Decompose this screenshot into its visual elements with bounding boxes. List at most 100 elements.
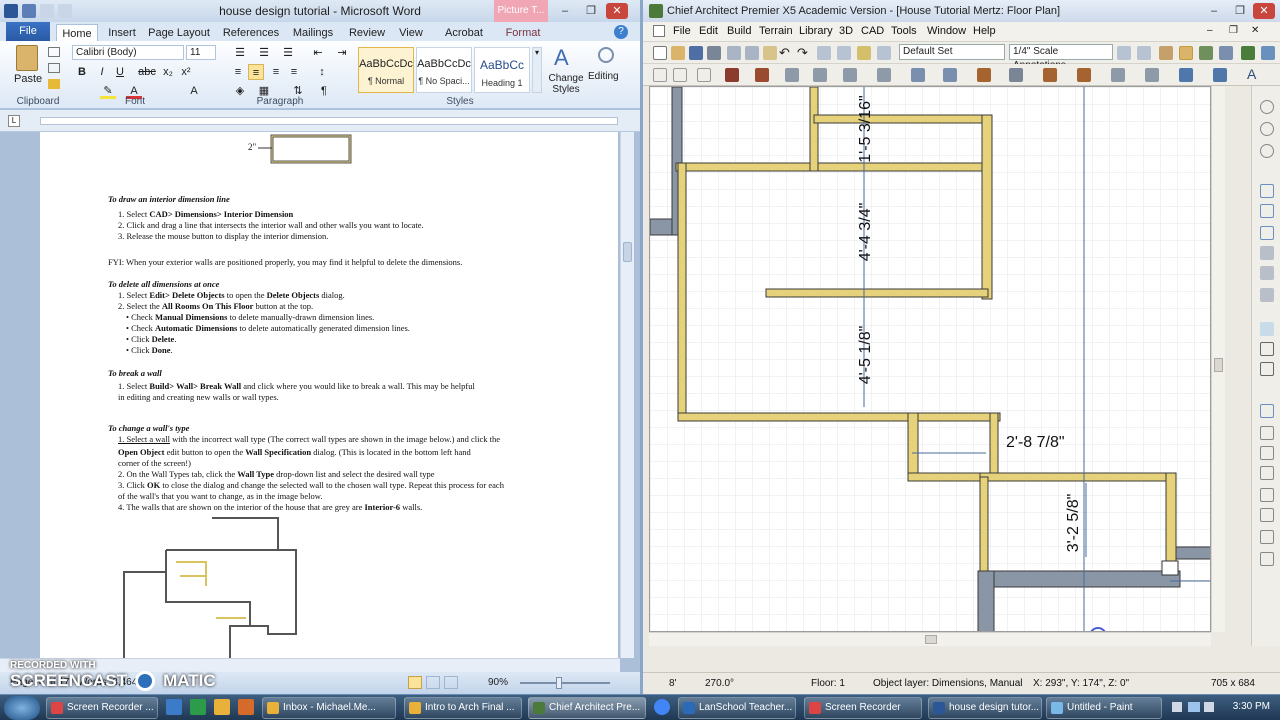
paste-icon[interactable] xyxy=(763,46,777,60)
numbering-icon[interactable]: ☰ xyxy=(256,45,272,61)
taskbar-item-intro-arch[interactable]: Intro to Arch Final ... xyxy=(404,697,522,719)
show-marks-icon[interactable]: ¶ xyxy=(316,83,332,99)
render-icon[interactable] xyxy=(1261,46,1275,60)
menu-tools[interactable]: Tools xyxy=(891,25,917,37)
taskbar-item-screen-recorder-2[interactable]: Screen Recorder xyxy=(804,697,922,719)
picture-tools-tab[interactable]: Picture T... xyxy=(494,0,548,22)
zoom-in-icon[interactable] xyxy=(1260,122,1274,136)
dimension-tool-icon[interactable] xyxy=(843,68,857,82)
fill-window-icon[interactable] xyxy=(1260,184,1274,198)
library-icon[interactable] xyxy=(857,46,871,60)
zoom-out-icon[interactable] xyxy=(1260,144,1274,158)
deck-tool-icon[interactable] xyxy=(1043,68,1057,82)
change-styles-button[interactable]: Change Styles xyxy=(546,73,586,95)
superscript-icon[interactable]: x² xyxy=(178,64,194,80)
menu-build[interactable]: Build xyxy=(727,25,751,37)
perspective-icon[interactable] xyxy=(1219,46,1233,60)
copy-icon[interactable] xyxy=(745,46,759,60)
close-icon[interactable]: ✕ xyxy=(606,3,628,19)
floor-plan-image[interactable] xyxy=(120,516,310,658)
style-no-spacing[interactable]: AaBbCcDc ¶ No Spaci... xyxy=(416,47,472,93)
tab-view[interactable]: View xyxy=(394,24,428,42)
align-right-icon[interactable]: ≡ xyxy=(268,64,284,80)
align-left-icon[interactable]: ≡ xyxy=(230,64,246,80)
floor-plan-canvas[interactable]: 1'-5 3/16" 4'-4 3/4" 4'-5 1/8" 2'-8 7/8"… xyxy=(649,86,1211,632)
roof-tool-icon[interactable] xyxy=(977,68,991,82)
menu-3d[interactable]: 3D xyxy=(839,25,853,37)
cabinet-icon[interactable] xyxy=(725,68,739,82)
multilevel-list-icon[interactable]: ☰ xyxy=(280,45,296,61)
scroll-thumb[interactable] xyxy=(925,635,937,644)
styles-more-icon[interactable]: ▾ xyxy=(532,47,542,93)
new-icon[interactable] xyxy=(653,46,667,60)
help-icon[interactable]: ? xyxy=(614,25,628,39)
close-icon[interactable]: ✕ xyxy=(1253,3,1275,19)
grow-font-icon[interactable]: A xyxy=(186,83,202,99)
cut-icon[interactable] xyxy=(727,46,741,60)
layer-icon[interactable] xyxy=(1260,552,1274,566)
annotation-set-select[interactable]: 1/4" Scale Annotations xyxy=(1009,44,1113,71)
open-icon[interactable] xyxy=(671,46,685,60)
paste-icon[interactable] xyxy=(16,45,38,71)
tab-mailings[interactable]: Mailings xyxy=(290,24,336,42)
taskbar-item-inbox[interactable]: Inbox - Michael.Me... xyxy=(262,697,396,719)
floor-plan-drawing[interactable]: 1'-5 3/16" 4'-4 3/4" 4'-5 1/8" 2'-8 7/8"… xyxy=(650,87,1211,632)
zoom-slider-thumb[interactable] xyxy=(556,677,562,689)
justify-icon[interactable]: ≡ xyxy=(286,64,302,80)
bold-icon[interactable]: B xyxy=(74,64,90,80)
volume-icon[interactable] xyxy=(1204,702,1214,712)
dimension-label-1[interactable]: 1'-5 3/16" xyxy=(857,95,874,162)
select-objects-icon[interactable] xyxy=(653,68,667,82)
ie-icon[interactable] xyxy=(166,699,182,715)
taskbar-item-chief-architect[interactable]: Chief Architect Pre... xyxy=(528,697,646,719)
taskbar-item-paint[interactable]: Untitled - Paint xyxy=(1046,697,1162,719)
menu-file[interactable]: File xyxy=(673,25,691,37)
ruler-bar[interactable] xyxy=(40,117,618,125)
up-floor-icon[interactable] xyxy=(1260,246,1274,260)
chrome-icon[interactable] xyxy=(654,699,670,715)
elevation-icon[interactable] xyxy=(1199,46,1213,60)
decrease-indent-icon[interactable]: ⇤ xyxy=(310,45,326,61)
camera-icon[interactable] xyxy=(1159,46,1173,60)
tab-format[interactable]: Format xyxy=(498,24,548,42)
window-tool-icon[interactable] xyxy=(877,68,891,82)
wall-tool-icon[interactable] xyxy=(755,68,769,82)
save-icon[interactable] xyxy=(22,4,36,18)
tab-insert[interactable]: Insert xyxy=(102,24,142,42)
align-center-icon[interactable]: ≡ xyxy=(248,64,264,80)
doc-restore-icon[interactable]: ❐ xyxy=(1229,25,1238,36)
minimize-icon[interactable]: ‒ xyxy=(1203,3,1225,19)
minimize-icon[interactable]: ‒ xyxy=(554,3,576,19)
spin-icon[interactable] xyxy=(697,68,711,82)
subscript-icon[interactable]: x₂ xyxy=(160,64,176,80)
tab-file[interactable]: File xyxy=(6,22,50,41)
tab-home[interactable]: Home xyxy=(56,24,98,42)
zoom-level[interactable]: 90% xyxy=(488,677,508,688)
door-tool-icon[interactable] xyxy=(813,68,827,82)
folder-icon[interactable] xyxy=(214,699,230,715)
doc-close-icon[interactable]: ✕ xyxy=(1251,25,1259,36)
stairs-tool-icon[interactable] xyxy=(911,68,925,82)
select-icon[interactable] xyxy=(817,46,831,60)
dimension-label-4[interactable]: 2'-8 7/8" xyxy=(1006,434,1065,451)
overview-icon[interactable] xyxy=(1241,46,1255,60)
underline-icon[interactable]: U xyxy=(112,64,128,80)
restore-icon[interactable]: ❐ xyxy=(1229,3,1251,19)
tab-page-layout[interactable]: Page Layout xyxy=(146,24,212,42)
font-name-select[interactable]: Calibri (Body) xyxy=(72,45,184,60)
fill-tool-icon[interactable] xyxy=(1077,68,1091,82)
framing-tool-icon[interactable] xyxy=(1009,68,1023,82)
bullets-icon[interactable]: ☰ xyxy=(232,45,248,61)
italic-icon[interactable]: I xyxy=(94,64,110,80)
cut-icon[interactable] xyxy=(48,47,60,57)
layer-icon[interactable] xyxy=(877,46,891,60)
print-layout-icon[interactable] xyxy=(408,676,422,689)
undo-icon[interactable]: ↶ xyxy=(779,45,790,61)
doc-minimize-icon[interactable]: ‒ xyxy=(1207,25,1213,36)
cad-tool-icon[interactable] xyxy=(1213,68,1227,82)
style-normal[interactable]: AaBbCcDc ¶ Normal xyxy=(358,47,414,93)
ca-vertical-scrollbar[interactable] xyxy=(1211,86,1225,632)
menu-help[interactable]: Help xyxy=(973,25,996,37)
zoom-icon[interactable] xyxy=(1260,100,1274,114)
tab-review[interactable]: Review xyxy=(346,24,388,42)
